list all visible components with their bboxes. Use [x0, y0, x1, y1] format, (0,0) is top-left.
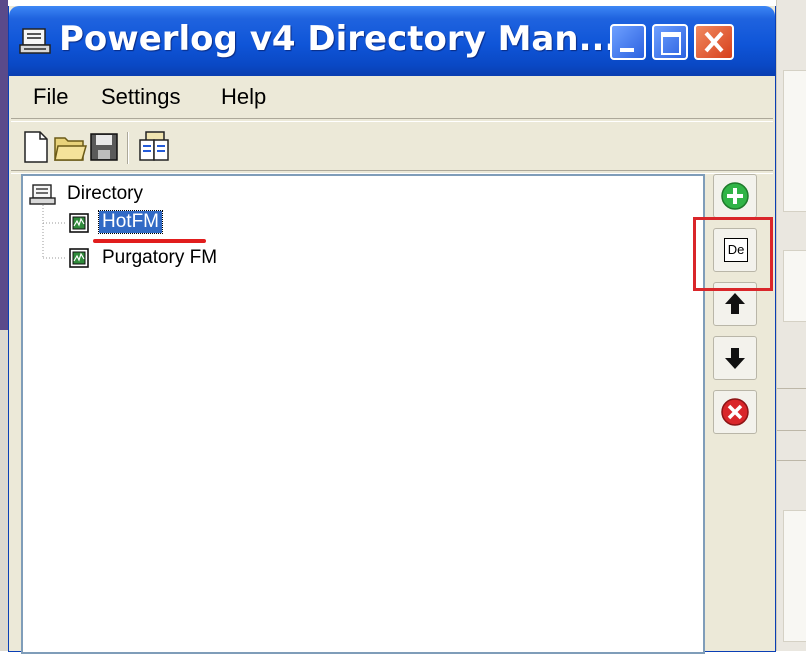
background-line: [777, 430, 806, 431]
directory-app-icon: [19, 28, 51, 54]
toolbar-separator: [127, 132, 129, 164]
directory-book-icon: [29, 184, 56, 205]
add-button[interactable]: [713, 174, 757, 218]
annotation-highlight-box: [693, 217, 773, 291]
annotation-underline: [93, 239, 206, 243]
title-bar[interactable]: Powerlog v4 Directory Man...: [9, 6, 775, 76]
menu-settings[interactable]: Settings: [101, 84, 181, 110]
tree-node-hotfm-label: HotFM: [98, 210, 163, 234]
tree-node-root-label: Directory: [67, 183, 144, 204]
menu-file[interactable]: File: [33, 84, 68, 110]
station-icon: [69, 248, 89, 268]
new-file-icon[interactable]: [21, 130, 51, 164]
add-green-icon: [721, 182, 749, 210]
background-window-edge: [776, 0, 806, 651]
window-title: Powerlog v4 Directory Man...: [59, 19, 618, 59]
background-panel: [783, 510, 806, 642]
maximize-icon[interactable]: [652, 24, 688, 60]
tree-node-purgatory-fm-label: Purgatory FM: [102, 247, 218, 268]
move-down-button[interactable]: [713, 336, 757, 380]
copy-pages-icon[interactable]: [137, 130, 171, 164]
directory-tree[interactable]: Directory HotFM Purgatory FM: [21, 174, 705, 654]
minimize-icon[interactable]: [610, 24, 646, 60]
arrow-down-icon: [725, 348, 745, 369]
open-folder-icon[interactable]: [53, 130, 87, 164]
close-icon[interactable]: [694, 24, 734, 60]
toolbar: [9, 122, 775, 170]
delete-button[interactable]: [713, 390, 757, 434]
background-line: [777, 460, 806, 461]
menu-bar: File Settings Help: [9, 78, 775, 118]
directory-manager-window: Powerlog v4 Directory Man... File Settin…: [8, 6, 776, 654]
background-panel: [783, 250, 806, 322]
menu-help[interactable]: Help: [221, 84, 266, 110]
station-icon: [69, 213, 89, 233]
desktop-left-edge-top: [0, 0, 8, 330]
delete-red-icon: [721, 398, 749, 426]
save-disk-icon[interactable]: [89, 130, 119, 164]
background-panel: [783, 70, 806, 212]
background-line: [777, 388, 806, 389]
